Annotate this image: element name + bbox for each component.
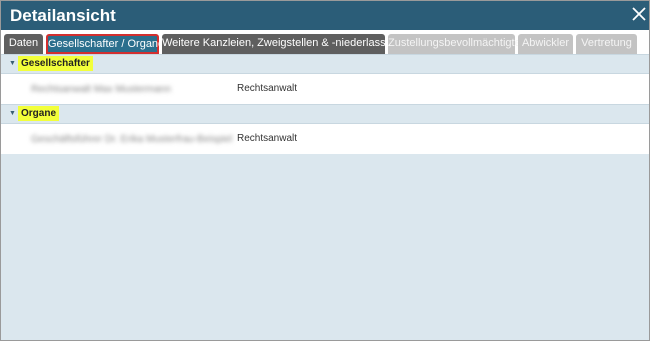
tab-weitere-kanzleien[interactable]: Weitere Kanzleien, Zweigstellen & -niede…	[162, 34, 416, 54]
caret-down-icon[interactable]: ▼	[9, 109, 16, 119]
tab-gesellschafter-organe[interactable]: Gesellschafter / Organe	[46, 34, 164, 54]
group-header-gesellschafter[interactable]: ▼ Gesellschafter	[1, 54, 649, 74]
tab-bar: Daten Gesellschafter / Organe Weitere Ka…	[1, 30, 649, 54]
caret-down-icon[interactable]: ▼	[9, 59, 16, 69]
list-item: Geschäftsführer Dr. Erika Musterfrau-Bei…	[1, 124, 649, 154]
group-label: Organe	[18, 106, 60, 121]
person-role: Rechtsanwalt	[237, 83, 298, 94]
detail-dialog: Detailansicht Daten Gesellschafter / Org…	[0, 0, 650, 341]
tab-daten[interactable]: Daten	[4, 34, 43, 54]
tab-abwickler[interactable]: Abwickler	[518, 34, 573, 54]
dialog-titlebar: Detailansicht	[1, 1, 649, 30]
tab-zustellungsbevollmaechtigte[interactable]: Zustellungsbevollmächtigte	[388, 34, 521, 54]
group-label: Gesellschafter	[18, 56, 93, 71]
tab-content: ▼ Gesellschafter Rechtsanwalt Max Muster…	[1, 54, 649, 154]
person-name: Rechtsanwalt Max Mustermann	[31, 84, 172, 95]
person-role: Rechtsanwalt	[237, 133, 298, 144]
person-name: Geschäftsführer Dr. Erika Musterfrau-Bei…	[31, 134, 233, 145]
close-icon[interactable]	[629, 4, 649, 24]
list-item: Rechtsanwalt Max Mustermann Rechtsanwalt	[1, 74, 649, 104]
dialog-title: Detailansicht	[10, 6, 116, 25]
group-header-organe[interactable]: ▼ Organe	[1, 104, 649, 124]
tab-vertretung[interactable]: Vertretung	[576, 34, 637, 54]
